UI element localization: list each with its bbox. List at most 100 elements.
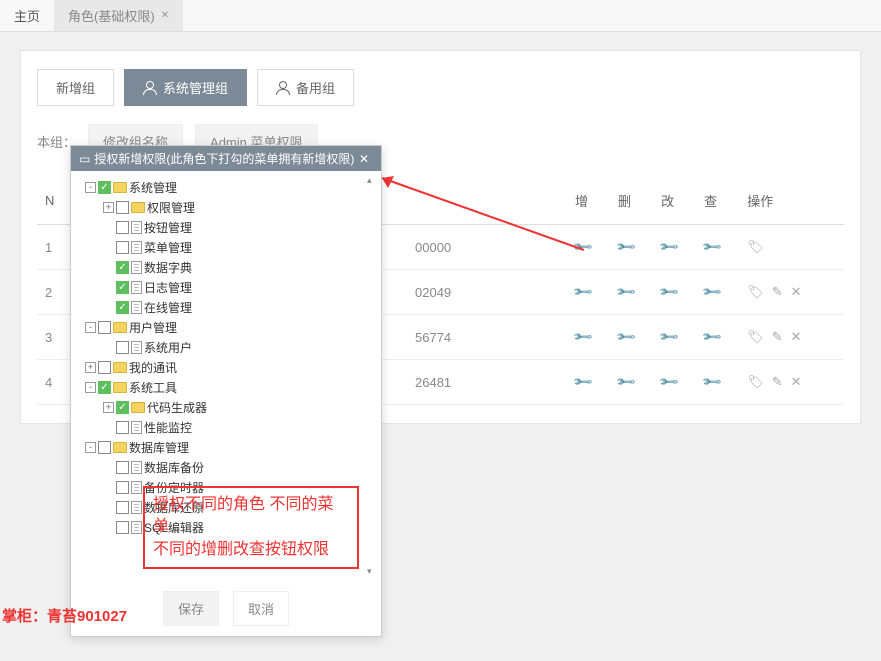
save-button[interactable]: 保存	[163, 591, 219, 626]
sys-group-button[interactable]: 系统管理组	[124, 69, 247, 106]
cell-ops: 🏷 ✎ ✕	[739, 270, 844, 315]
col-n: N	[37, 177, 67, 225]
checkbox[interactable]: ✓	[98, 181, 111, 194]
tree-node[interactable]: -✓系统工具	[77, 377, 377, 397]
annotation-line1: 授权不同的角色 不同的菜单	[153, 494, 349, 539]
tag-icon[interactable]: 🏷	[747, 374, 764, 389]
wrench-icon[interactable]: 🔧	[572, 326, 595, 349]
tree-node[interactable]: 系统用户	[77, 337, 377, 357]
scrollbar[interactable]: ▴▾	[365, 175, 379, 577]
tree-node[interactable]: 性能监控	[77, 417, 377, 437]
checkbox[interactable]: ✓	[98, 381, 111, 394]
delete-icon[interactable]: ✕	[791, 284, 802, 299]
checkbox[interactable]	[116, 221, 129, 234]
tree-node[interactable]: -用户管理	[77, 317, 377, 337]
checkbox[interactable]	[116, 241, 129, 254]
checkbox[interactable]	[116, 421, 129, 434]
checkbox[interactable]	[116, 341, 129, 354]
file-icon	[131, 521, 142, 534]
wrench-icon[interactable]: 🔧	[615, 236, 638, 259]
collapse-icon[interactable]: -	[85, 442, 96, 453]
wrench-icon[interactable]: 🔧	[701, 371, 724, 394]
wrench-icon[interactable]: 🔧	[658, 371, 681, 394]
checkbox[interactable]	[116, 461, 129, 474]
wrench-icon[interactable]: 🔧	[658, 281, 681, 304]
tag-icon[interactable]: 🏷	[747, 239, 764, 254]
expand-icon[interactable]: +	[85, 362, 96, 373]
checkbox[interactable]	[98, 441, 111, 454]
file-icon	[131, 221, 142, 234]
checkbox[interactable]	[116, 201, 129, 214]
edit-icon[interactable]: ✎	[772, 374, 783, 389]
new-group-button[interactable]: 新增组	[37, 69, 114, 106]
checkbox[interactable]	[98, 321, 111, 334]
checkbox[interactable]	[116, 501, 129, 514]
owner-watermark: 掌柜：青苔901027	[2, 605, 127, 626]
expand-icon[interactable]: +	[103, 402, 114, 413]
tree-node[interactable]: + 我的通讯	[77, 357, 377, 377]
delete-icon[interactable]: ✕	[791, 329, 802, 344]
tree-node[interactable]: -✓系统管理	[77, 177, 377, 197]
checkbox[interactable]: ✓	[116, 401, 129, 414]
tag-icon[interactable]: 🏷	[747, 284, 764, 299]
delete-icon[interactable]: ✕	[791, 374, 802, 389]
tree-label: 代码生成器	[147, 399, 207, 416]
checkbox[interactable]	[98, 361, 111, 374]
wrench-icon[interactable]: 🔧	[572, 371, 595, 394]
wrench-icon[interactable]: 🔧	[658, 236, 681, 259]
annotation-line2: 不同的增删改查按钮权限	[153, 539, 349, 561]
tree-label: 权限管理	[147, 199, 195, 216]
collapse-icon[interactable]: -	[85, 182, 96, 193]
wrench-icon[interactable]: 🔧	[615, 326, 638, 349]
wrench-icon[interactable]: 🔧	[572, 236, 595, 259]
wrench-icon[interactable]: 🔧	[615, 281, 638, 304]
tree-label: 我的通讯	[129, 359, 177, 376]
wrench-icon[interactable]: 🔧	[615, 371, 638, 394]
wrench-icon[interactable]: 🔧	[572, 281, 595, 304]
edit-icon[interactable]: ✎	[772, 284, 783, 299]
permission-modal: ▭ 授权新增权限(此角色下打勾的菜单拥有新增权限) ✕ -✓系统管理+权限管理按…	[70, 145, 382, 637]
user-icon	[276, 81, 290, 95]
tree-node[interactable]: ✓ 日志管理	[77, 277, 377, 297]
scroll-down-icon[interactable]: ▾	[367, 566, 372, 577]
tree-node[interactable]: 菜单管理	[77, 237, 377, 257]
checkbox[interactable]: ✓	[116, 281, 129, 294]
tree-node[interactable]: ✓数据字典	[77, 257, 377, 277]
toggle-spacer	[103, 282, 114, 293]
wrench-icon[interactable]: 🔧	[701, 236, 724, 259]
file-icon	[131, 501, 142, 514]
checkbox[interactable]: ✓	[116, 261, 129, 274]
tree-node[interactable]: -数据库管理	[77, 437, 377, 457]
tree-node[interactable]: ✓在线管理	[77, 297, 377, 317]
cell-code: 00000	[407, 225, 567, 270]
wrench-icon[interactable]: 🔧	[701, 326, 724, 349]
label: 系统管理组	[163, 78, 228, 97]
cancel-button[interactable]: 取消	[233, 591, 289, 626]
close-icon[interactable]: ✕	[355, 152, 373, 166]
cell-ops: 🏷 ✎ ✕	[739, 315, 844, 360]
user-icon	[143, 81, 157, 95]
edit-icon[interactable]: ✎	[772, 329, 783, 344]
tree-label: 日志管理	[144, 279, 192, 296]
tab-home[interactable]: 主页	[0, 0, 54, 31]
tree-node[interactable]: 按钮管理	[77, 217, 377, 237]
tree-node[interactable]: +✓ 代码生成器	[77, 397, 377, 417]
expand-icon[interactable]: +	[103, 202, 114, 213]
spare-group-button[interactable]: 备用组	[257, 69, 354, 106]
toggle-spacer	[103, 222, 114, 233]
close-icon[interactable]: ✕	[161, 10, 169, 21]
checkbox[interactable]	[116, 521, 129, 534]
collapse-icon[interactable]: -	[85, 382, 96, 393]
tab-roles[interactable]: 角色(基础权限)✕	[54, 0, 183, 31]
collapse-icon[interactable]: -	[85, 322, 96, 333]
checkbox[interactable]	[116, 481, 129, 494]
wrench-icon[interactable]: 🔧	[701, 281, 724, 304]
tree-node[interactable]: + 权限管理	[77, 197, 377, 217]
cell-n: 1	[37, 225, 67, 270]
checkbox[interactable]: ✓	[116, 301, 129, 314]
tag-icon[interactable]: 🏷	[747, 329, 764, 344]
wrench-icon[interactable]: 🔧	[658, 326, 681, 349]
scroll-up-icon[interactable]: ▴	[367, 175, 372, 186]
tree-node[interactable]: 数据库备份	[77, 457, 377, 477]
cell-code: 26481	[407, 360, 567, 405]
